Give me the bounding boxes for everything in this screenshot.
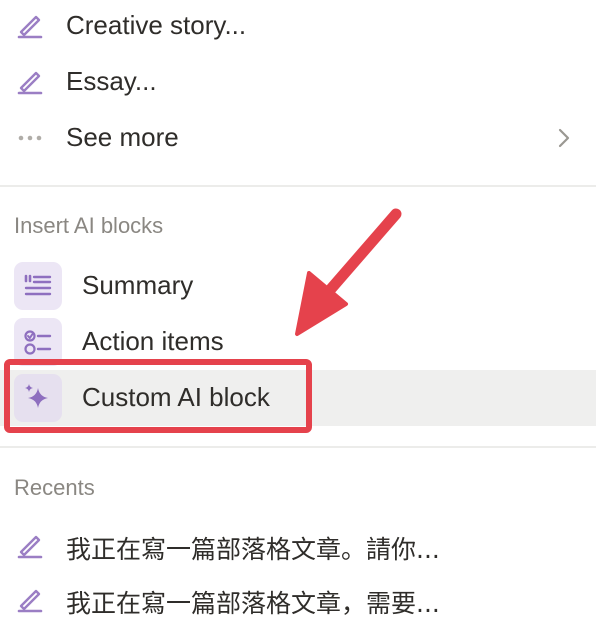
pencil-icon xyxy=(14,584,46,616)
menu-item-label: Essay... xyxy=(66,66,157,96)
recent-item[interactable]: 我正在寫一篇部落格文章。請你... xyxy=(0,520,596,572)
menu-item-label: See more xyxy=(66,122,179,152)
menu-item-creative-story[interactable]: Creative story... xyxy=(0,0,596,52)
annotation-highlight-box xyxy=(4,359,312,433)
menu-item-label: Summary xyxy=(82,270,194,300)
section-divider xyxy=(0,185,596,187)
menu-item-label: Creative story... xyxy=(66,10,247,40)
summary-icon xyxy=(14,262,62,310)
chevron-right-icon xyxy=(554,128,574,148)
more-dots-icon xyxy=(14,122,46,154)
menu-item-see-more[interactable]: See more xyxy=(0,112,596,164)
recent-item-label: 我正在寫一篇部落格文章，需要... xyxy=(66,589,440,618)
menu-item-essay[interactable]: Essay... xyxy=(0,56,596,108)
recent-item[interactable]: 我正在寫一篇部落格文章，需要... xyxy=(0,576,596,622)
menu-item-label: Action items xyxy=(82,326,224,356)
section-title-insert-ai-blocks: Insert AI blocks xyxy=(14,213,164,238)
menu-item-summary[interactable]: Summary xyxy=(0,258,596,314)
section-divider xyxy=(0,446,596,448)
pencil-icon xyxy=(14,66,46,98)
section-title-recents: Recents xyxy=(14,475,95,500)
pencil-icon xyxy=(14,530,46,562)
pencil-icon xyxy=(14,10,46,42)
recent-item-label: 我正在寫一篇部落格文章。請你... xyxy=(66,535,440,564)
